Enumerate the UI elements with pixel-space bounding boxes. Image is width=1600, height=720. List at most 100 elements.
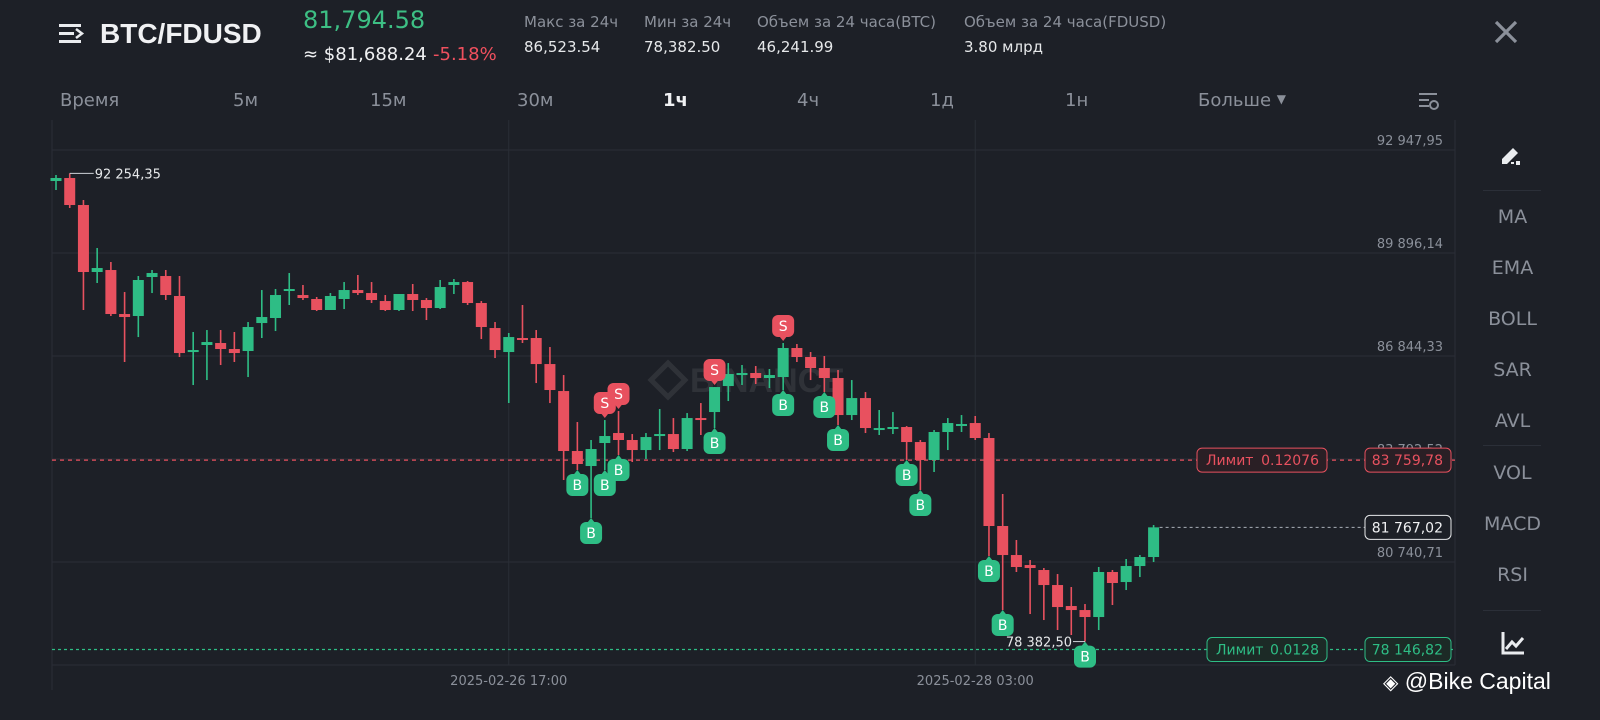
draw-tool-icon[interactable]: [1499, 144, 1525, 168]
candle-body: [805, 357, 817, 369]
candle-body: [626, 440, 638, 451]
candle-body: [489, 328, 501, 351]
candle-body: [215, 343, 227, 350]
candle-body: [420, 300, 432, 309]
more-label: Больше: [1198, 90, 1272, 111]
candle-body: [64, 178, 76, 206]
y-tick-label: 80 740,71: [1377, 546, 1443, 561]
candle-body: [859, 398, 871, 429]
candle-body: [873, 428, 885, 431]
indicator-avl[interactable]: AVL: [1455, 410, 1570, 432]
stat-low-value: 78,382.50: [644, 38, 721, 56]
tab-15m[interactable]: 15м: [370, 90, 406, 111]
tab-time[interactable]: Время: [60, 90, 119, 111]
close-icon[interactable]: [1492, 18, 1520, 46]
buy-marker: B: [895, 460, 918, 487]
y-tick-label: 92 947,95: [1377, 134, 1443, 149]
buy-marker: B: [909, 490, 932, 517]
pair-title[interactable]: BTC/FDUSD: [100, 18, 262, 50]
svg-text:B: B: [902, 468, 912, 484]
order-type-label: Лимит: [1216, 643, 1263, 659]
sell-marker: S: [772, 315, 795, 342]
candle-body: [475, 303, 487, 328]
candle-body: [1024, 565, 1036, 569]
tab-30m[interactable]: 30м: [517, 90, 553, 111]
candle-body: [1120, 566, 1132, 583]
svg-text:B: B: [833, 433, 843, 449]
buy-marker: B: [703, 428, 726, 455]
candle-body: [448, 282, 460, 285]
tab-5m[interactable]: 5м: [233, 90, 258, 111]
candle-body: [846, 398, 858, 416]
candle-body: [928, 432, 940, 461]
svg-text:S: S: [779, 319, 788, 335]
tab-1w[interactable]: 1н: [1065, 90, 1088, 111]
candle-body: [516, 338, 528, 341]
candle-body: [736, 373, 748, 376]
candle-body: [956, 424, 968, 427]
usd-price: ≈ $81,688.24: [303, 44, 427, 65]
candle-body: [914, 442, 926, 461]
candle-body: [201, 342, 213, 346]
caret-down-icon: ▼: [1276, 92, 1286, 106]
buy-marker: B: [991, 610, 1014, 637]
chart-settings-icon[interactable]: [1418, 90, 1440, 112]
candle-body: [434, 287, 446, 309]
tab-1d[interactable]: 1д: [930, 90, 954, 111]
tab-1h[interactable]: 1ч: [663, 90, 688, 111]
buy-marker: B: [580, 518, 603, 545]
candle-body: [366, 293, 378, 301]
candle-body: [77, 205, 89, 273]
svg-text:B: B: [573, 478, 583, 494]
candle-body: [901, 427, 913, 443]
candle-body: [160, 276, 172, 296]
indicator-ema[interactable]: EMA: [1455, 257, 1570, 279]
svg-text:B: B: [778, 398, 788, 414]
svg-text:B: B: [984, 564, 994, 580]
candle-body: [503, 337, 515, 353]
watermark: ◈ @Bike Capital: [1383, 668, 1551, 695]
buy-marker: B: [977, 556, 1000, 583]
buy-marker: B: [1074, 641, 1096, 668]
indicator-boll[interactable]: BOLL: [1455, 308, 1570, 330]
candle-body: [1052, 585, 1064, 608]
y-tick-label: 89 896,14: [1377, 237, 1443, 252]
candle-body: [969, 423, 981, 439]
svg-text:B: B: [614, 463, 624, 479]
chart-type-icon[interactable]: [1500, 630, 1526, 656]
candle-body: [91, 268, 103, 273]
indicator-sar[interactable]: SAR: [1455, 359, 1570, 381]
x-tick-label: 2025-02-26 17:00: [450, 674, 567, 689]
svg-text:B: B: [710, 436, 720, 452]
candle-body: [146, 273, 158, 277]
buy-marker: B: [827, 425, 850, 452]
menu-icon[interactable]: [57, 20, 85, 48]
svg-text:S: S: [614, 387, 623, 403]
tab-4h[interactable]: 4ч: [797, 90, 819, 111]
high-price-label: 92 254,35: [95, 167, 161, 182]
candle-body: [530, 338, 542, 365]
candle-body: [283, 289, 295, 292]
stat-vol-btc-value: 46,241.99: [757, 38, 834, 56]
candle-body: [1079, 610, 1091, 618]
candle-body: [983, 438, 995, 527]
candle-body: [119, 314, 131, 318]
candle-body: [544, 364, 556, 391]
svg-text:B: B: [820, 400, 830, 416]
candle-body: [709, 387, 721, 413]
indicator-macd[interactable]: MACD: [1455, 513, 1570, 535]
candle-body: [270, 295, 282, 319]
stat-vol-fdusd-label: Объем за 24 часа(FDUSD): [964, 13, 1167, 31]
candle-body: [1093, 572, 1105, 618]
candle-body: [1148, 527, 1160, 558]
indicator-vol[interactable]: VOL: [1455, 462, 1570, 484]
candle-body: [1106, 572, 1118, 584]
svg-text:B: B: [600, 478, 610, 494]
more-dropdown[interactable]: Больше ▼: [1198, 90, 1286, 111]
indicator-ma[interactable]: MA: [1455, 206, 1570, 228]
order-type-label: Лимит: [1206, 453, 1253, 469]
candle-body: [228, 349, 240, 354]
candle-body: [613, 433, 625, 441]
indicator-rsi[interactable]: RSI: [1455, 564, 1570, 586]
candle-body: [695, 418, 707, 421]
